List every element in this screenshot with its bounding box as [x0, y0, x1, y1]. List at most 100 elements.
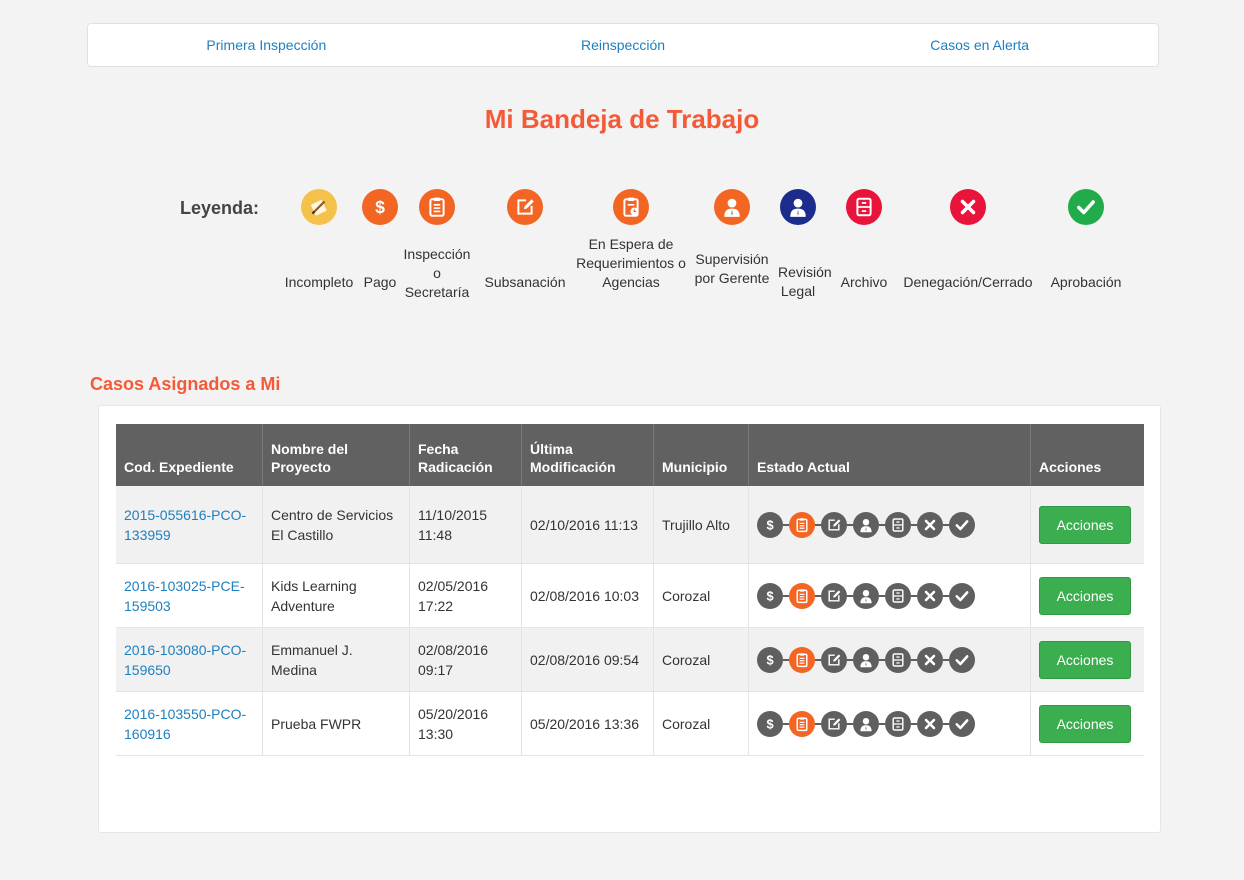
municipio: Corozal — [653, 627, 749, 692]
manager-icon — [853, 582, 879, 609]
check-icon — [949, 511, 975, 538]
dollar-icon: $ — [757, 511, 783, 538]
top-nav: Primera Inspección Reinspección Casos en… — [87, 23, 1159, 67]
svg-text:$: $ — [375, 197, 385, 217]
status-cell: $ — [748, 627, 1031, 692]
status-progress: $ — [757, 710, 1022, 737]
pencil-document-icon — [301, 189, 337, 225]
legend-item-label: Incompleto — [284, 274, 354, 290]
tab-primera-inspeccion[interactable]: Primera Inspección — [88, 24, 445, 66]
edit-icon — [821, 511, 847, 538]
header-cod-expediente: Cod. Expediente — [116, 424, 263, 486]
acciones-button[interactable]: Acciones — [1039, 505, 1131, 544]
x-icon — [917, 582, 943, 609]
archive-icon — [885, 511, 911, 538]
legend-label: Leyenda: — [180, 198, 260, 218]
clipboard-clock-icon — [613, 189, 649, 225]
dollar-icon: $ — [757, 582, 783, 609]
municipio: Trujillo Alto — [653, 486, 749, 564]
dollar-icon: $ — [362, 189, 398, 225]
legal-user-icon — [780, 189, 816, 225]
cases-panel: Cod. Expediente Nombre del Proyecto Fech… — [98, 405, 1161, 833]
manager-icon — [714, 189, 750, 225]
x-icon — [917, 710, 943, 737]
acciones-button[interactable]: Acciones — [1039, 576, 1131, 615]
archive-icon — [885, 582, 911, 609]
header-acciones: Acciones — [1030, 424, 1144, 486]
status-cell: $ — [748, 691, 1031, 756]
legend-item-label: Revisión Legal — [778, 264, 832, 299]
case-code-link[interactable]: 2016-103550-PCO-160916 — [116, 691, 263, 756]
x-icon — [917, 511, 943, 538]
table-row: 2016-103550-PCO-160916 Prueba FWPR 05/20/2… — [116, 691, 1144, 756]
filed-date: 02/05/2016 17:22 — [409, 563, 522, 628]
x-icon — [950, 189, 986, 225]
header-estado-actual: Estado Actual — [748, 424, 1031, 486]
project-name: Emmanuel J. Medina — [262, 627, 410, 692]
edit-icon — [821, 646, 847, 673]
x-icon — [917, 646, 943, 673]
table-header-row: Cod. Expediente Nombre del Proyecto Fech… — [116, 424, 1144, 486]
edit-icon — [821, 582, 847, 609]
filed-date: 11/10/2015 11:48 — [409, 486, 522, 564]
legend-item-label: Subsanación — [484, 274, 566, 290]
status-progress: $ — [757, 582, 1022, 609]
project-name: Prueba FWPR — [262, 691, 410, 756]
status-cell: $ — [748, 486, 1031, 564]
header-municipio: Municipio — [653, 424, 749, 486]
table-row: 2015-055616-PCO-133959 Centro de Servicio… — [116, 486, 1144, 564]
modified-date: 02/08/2016 10:03 — [521, 563, 654, 628]
case-code-link[interactable]: 2015-055616-PCO-133959 — [116, 486, 263, 564]
check-icon — [1068, 189, 1104, 225]
modified-date: 02/10/2016 11:13 — [521, 486, 654, 564]
status-progress: $ — [757, 511, 1022, 538]
check-icon — [949, 710, 975, 737]
cases-table: Cod. Expediente Nombre del Proyecto Fech… — [116, 424, 1144, 756]
check-icon — [949, 582, 975, 609]
page-title: Mi Bandeja de Trabajo — [484, 104, 760, 134]
filed-date: 02/08/2016 09:17 — [409, 627, 522, 692]
actions-cell: Acciones — [1030, 627, 1144, 692]
legend-item-label: Denegación/Cerrado — [903, 274, 1033, 290]
legend-item-label: Archivo — [840, 274, 888, 290]
check-icon — [949, 646, 975, 673]
table-row: 2016-103025-PCE-159503 Kids Learning Adve… — [116, 563, 1144, 628]
header-fecha-radicacion: Fecha Radicación — [409, 424, 522, 486]
archive-icon — [846, 189, 882, 225]
case-code-link[interactable]: 2016-103080-PCO-159650 — [116, 627, 263, 692]
modified-date: 02/08/2016 09:54 — [521, 627, 654, 692]
legend-item-label: Aprobación — [1050, 274, 1122, 290]
legend-item-label: Supervisión por Gerente — [694, 251, 770, 286]
svg-text:$: $ — [766, 517, 773, 532]
clipboard-icon — [789, 710, 815, 737]
tab-reinspeccion[interactable]: Reinspección — [445, 24, 802, 66]
municipio: Corozal — [653, 691, 749, 756]
modified-date: 05/20/2016 13:36 — [521, 691, 654, 756]
manager-icon — [853, 511, 879, 538]
status-progress: $ — [757, 646, 1022, 673]
legend-item-label: Inspección o Secretaría — [403, 246, 471, 300]
manager-icon — [853, 646, 879, 673]
edit-icon — [507, 189, 543, 225]
header-ultima-modificacion: Última Modificación — [521, 424, 654, 486]
actions-cell: Acciones — [1030, 691, 1144, 756]
actions-cell: Acciones — [1030, 486, 1144, 564]
manager-icon — [853, 710, 879, 737]
case-code-link[interactable]: 2016-103025-PCE-159503 — [116, 563, 263, 628]
clipboard-icon — [419, 189, 455, 225]
header-nombre-proyecto: Nombre del Proyecto — [262, 424, 410, 486]
tab-casos-en-alerta[interactable]: Casos en Alerta — [801, 24, 1158, 66]
project-name: Kids Learning Adventure — [262, 563, 410, 628]
municipio: Corozal — [653, 563, 749, 628]
dollar-icon: $ — [757, 710, 783, 737]
project-name: Centro de Servicios El Castillo — [262, 486, 410, 564]
clipboard-icon — [789, 511, 815, 538]
acciones-button[interactable]: Acciones — [1039, 640, 1131, 679]
actions-cell: Acciones — [1030, 563, 1144, 628]
clipboard-icon — [789, 646, 815, 673]
archive-icon — [885, 646, 911, 673]
table-row: 2016-103080-PCO-159650 Emmanuel J. Medina… — [116, 627, 1144, 692]
filed-date: 05/20/2016 13:30 — [409, 691, 522, 756]
svg-text:$: $ — [766, 716, 773, 731]
acciones-button[interactable]: Acciones — [1039, 704, 1131, 743]
